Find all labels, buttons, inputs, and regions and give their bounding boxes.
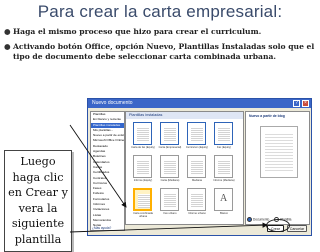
template-label: Carta (Empresarial): [158, 146, 182, 149]
template-thumbnail[interactable]: [133, 188, 152, 211]
template-thumbnail[interactable]: A: [214, 188, 233, 211]
template-gallery: Plantillas instaladas Carta de fax (Equi…: [125, 111, 244, 225]
new-document-dialog: Nuevo documento × ? Plantillas En blanco …: [87, 98, 312, 236]
template-thumbnail[interactable]: [187, 155, 206, 178]
side-note-line: Luego: [20, 155, 56, 168]
close-icon[interactable]: ×: [302, 100, 309, 107]
radio-document-label: Documento: [253, 217, 270, 222]
category-item[interactable]: Microsoft Office Online: [91, 138, 124, 143]
template-thumbnail[interactable]: [160, 122, 179, 145]
help-icon[interactable]: ?: [293, 100, 300, 107]
template-thumbnail[interactable]: [133, 155, 152, 178]
template-label: Informe urbano: [188, 212, 206, 215]
preview-title: Nuevo a partir de blog: [249, 114, 285, 118]
template-thumbnail[interactable]: [160, 188, 179, 211]
template-label: Mediana: [192, 179, 202, 182]
bullet-item: ● Activando botón Office, opción Nuevo, P…: [4, 42, 316, 63]
preview-document: [260, 126, 298, 178]
slide-title: Para crear la carta empresarial:: [37, 2, 283, 21]
bullet-marker: ●: [4, 27, 11, 36]
side-note-box: Luego haga clic en Crear y vera la sigui…: [4, 150, 72, 252]
side-note-line: vera la: [18, 201, 58, 215]
template-label: Fax (Equity): [217, 146, 231, 149]
category-item[interactable]: En blanco y reciente: [91, 117, 124, 122]
bullet-list: ● Haga el mismo proceso que hizo para cre…: [4, 27, 316, 67]
template-thumbnail[interactable]: [187, 188, 206, 211]
preview-pane: Nuevo a partir de blog: [245, 111, 310, 225]
bullet-text-2: Activando botón Office, opción Nuevo, Pl…: [13, 41, 315, 62]
radio-on-icon: [247, 217, 252, 222]
template-label: Carta de fax (Equity): [131, 146, 155, 149]
help-link[interactable]: ¿Más ayuda?: [92, 226, 111, 230]
template-thumbnail[interactable]: [133, 122, 152, 145]
template-label: Informe (Mediana): [213, 179, 235, 182]
template-label: Carta combinada urbana: [133, 212, 153, 218]
side-note-line: siguiente: [11, 217, 65, 230]
bullet-text-1: Haga el mismo proceso que hizo para crea…: [13, 27, 262, 36]
letter-a-icon: A: [220, 193, 228, 204]
template-label: Fax urbano: [163, 212, 177, 215]
template-thumbnail[interactable]: [160, 155, 179, 178]
side-note-line: haga clic: [12, 170, 64, 184]
create-button-highlight: [266, 219, 290, 232]
template-thumbnail[interactable]: [187, 122, 206, 145]
gallery-header: Plantillas instaladas: [126, 112, 243, 119]
template-label: Blanco: [220, 212, 228, 215]
template-label: Informe (Equity): [133, 179, 153, 182]
template-category-list: Plantillas En blanco y reciente Plantillas…: [90, 111, 125, 231]
template-label: Carta (Mediana): [160, 179, 180, 182]
side-note-line: en Crear y: [8, 186, 68, 199]
bullet-marker: ●: [4, 41, 11, 51]
side-note-line: plantilla: [14, 232, 62, 246]
bullet-item: ● Haga el mismo proceso que hizo para cre…: [4, 27, 316, 38]
dialog-title: Nuevo documento: [92, 100, 133, 106]
radio-document[interactable]: Documento: [247, 217, 269, 222]
dialog-titlebar: Nuevo documento × ?: [88, 99, 311, 108]
template-thumbnail[interactable]: [214, 155, 233, 178]
cancel-button[interactable]: Cancelar: [287, 225, 307, 232]
template-thumbnail[interactable]: [214, 122, 233, 145]
template-label: Curriculum (Equity): [185, 146, 209, 149]
